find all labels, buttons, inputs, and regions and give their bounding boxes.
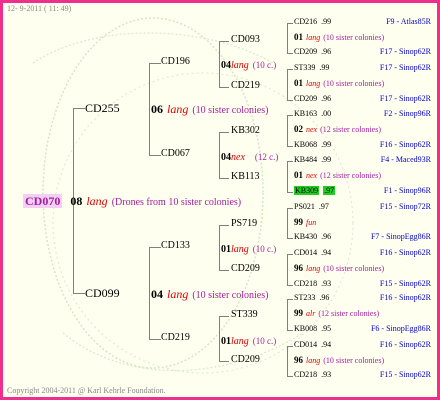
level4-row[interactable]: 02 nex (12 sister colonies) bbox=[294, 125, 381, 134]
connector bbox=[219, 361, 229, 362]
line-id: F6 - SinopEgg86R bbox=[370, 324, 431, 333]
connector bbox=[219, 41, 229, 42]
pedigree-frame: 12- 9-2011 ( 11: 49) CD070 08 lang (Dron… bbox=[0, 0, 440, 400]
level3-node[interactable]: CD219 bbox=[231, 81, 260, 91]
line-id: F15 - Sinop62R bbox=[379, 279, 431, 288]
line-id: F17 - Sinop62R bbox=[379, 47, 431, 56]
copyright: Copyright 2004-2011 @ Karl Kehrle Founda… bbox=[7, 386, 166, 395]
connector bbox=[219, 132, 220, 178]
breed: lang bbox=[306, 79, 321, 88]
connector bbox=[219, 87, 229, 88]
gen: 96 bbox=[294, 263, 303, 273]
note: (10 sister colonies) bbox=[323, 33, 385, 42]
note: (10 sister colonies) bbox=[323, 79, 385, 88]
line-id: F17 - Sinop62R bbox=[379, 63, 431, 72]
connector bbox=[149, 339, 161, 340]
level4-row[interactable]: 96 lang (10 sister colonies) bbox=[294, 264, 384, 273]
level3-node[interactable]: KB302 bbox=[231, 126, 260, 136]
level4-row[interactable]: 99 alr (12 sister colonies) bbox=[294, 309, 379, 318]
note: (12 sister colonies) bbox=[318, 309, 380, 318]
line-id: F16 - Sinop62R bbox=[379, 340, 431, 349]
gen: 01 bbox=[294, 32, 303, 42]
connector bbox=[73, 108, 85, 109]
level3-node[interactable]: KB113 bbox=[231, 172, 260, 182]
gen: 01 bbox=[294, 78, 303, 88]
level4-row[interactable]: 01 nex (12 sister colonies) bbox=[294, 171, 381, 180]
level4-row[interactable]: 01 lang (10 sister colonies) bbox=[294, 33, 384, 42]
breed: nex bbox=[306, 125, 318, 134]
breed: alr bbox=[306, 309, 316, 318]
note: (10 sister colonies) bbox=[323, 264, 385, 273]
line-id: F4 - Maced93R bbox=[380, 155, 431, 164]
line-id: F15 - Sinop62R bbox=[379, 370, 431, 379]
level3-node[interactable]: CD209 bbox=[231, 355, 260, 365]
note: (12 sister colonies) bbox=[320, 125, 381, 134]
breed: lang bbox=[306, 356, 321, 365]
level4-row[interactable]: 99 fun bbox=[294, 218, 319, 227]
gen: 01 bbox=[294, 170, 303, 180]
line-id: F9 - Atlas85R bbox=[386, 17, 431, 26]
connector bbox=[219, 225, 220, 270]
level3-node[interactable]: CD209 bbox=[231, 264, 260, 274]
breed: nex bbox=[306, 171, 318, 180]
gen: 99 bbox=[294, 308, 303, 318]
level4-row[interactable]: 01 lang (10 sister colonies) bbox=[294, 79, 384, 88]
connector bbox=[219, 316, 220, 361]
connector bbox=[149, 247, 161, 248]
line-id: F16 - Sinop62R bbox=[379, 248, 431, 257]
connector bbox=[219, 270, 229, 271]
gen: 99 bbox=[294, 217, 303, 227]
line-id: F1 - Sinop96R bbox=[383, 186, 431, 195]
gen: 96 bbox=[294, 355, 303, 365]
level3-node[interactable]: CD093 bbox=[231, 35, 260, 45]
level4-row[interactable]: 96 lang (10 sister colonies) bbox=[294, 356, 384, 365]
connector bbox=[219, 316, 229, 317]
level3-node[interactable]: ST339 bbox=[231, 310, 258, 320]
line-id: F17 - Sinop62R bbox=[379, 94, 431, 103]
line-id: F15 - Sinop72R bbox=[379, 202, 431, 211]
connector bbox=[219, 225, 229, 226]
note: (12 sister colonies) bbox=[320, 171, 381, 180]
line-id: F16 - Sinop62R bbox=[379, 293, 431, 302]
breed: lang bbox=[306, 33, 321, 42]
line-id: F2 - Sinop96R bbox=[383, 109, 431, 118]
connector bbox=[219, 178, 229, 179]
breed: lang bbox=[306, 264, 321, 273]
level3-node[interactable]: PS719 bbox=[231, 219, 257, 229]
gen: 02 bbox=[294, 124, 303, 134]
line-id: F7 - SinopEgg86R bbox=[370, 232, 431, 241]
breed: fun bbox=[306, 218, 317, 227]
line-id: F16 - Sinop62R bbox=[379, 140, 431, 149]
report-date: 12- 9-2011 ( 11: 49) bbox=[7, 4, 72, 13]
connector bbox=[219, 132, 229, 133]
note: (10 sister colonies) bbox=[323, 356, 385, 365]
